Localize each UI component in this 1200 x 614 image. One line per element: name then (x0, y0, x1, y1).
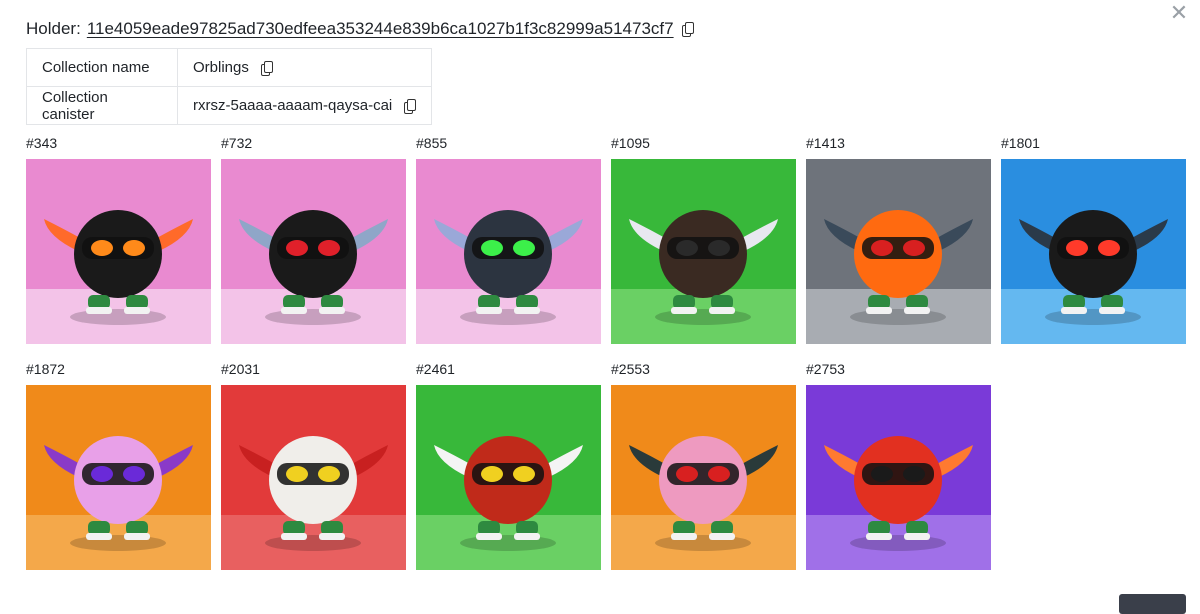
nft-card[interactable]: #2753 (806, 360, 991, 570)
collection-canister-cell: rxrsz-5aaaa-aaaam-qaysa-cai (176, 86, 433, 125)
nft-card[interactable]: #1095 (611, 134, 796, 344)
nft-image[interactable] (806, 159, 991, 344)
copy-icon[interactable] (261, 60, 274, 76)
nft-label: #2753 (806, 361, 845, 377)
nft-card[interactable]: #1872 (26, 360, 211, 570)
nft-card[interactable]: #732 (221, 134, 406, 344)
collection-info-table: Collection name Orblings Collection cani… (26, 48, 433, 125)
footer-button[interactable] (1119, 594, 1186, 614)
nft-label: #2553 (611, 361, 650, 377)
nft-image[interactable] (26, 385, 211, 570)
table-row: Collection name Orblings (26, 48, 433, 87)
collection-canister-key: Collection canister (26, 86, 178, 125)
nft-label: #2031 (221, 361, 260, 377)
nft-label: #1872 (26, 361, 65, 377)
nft-card[interactable]: #855 (416, 134, 601, 344)
holder-label: Holder: (26, 19, 81, 38)
nft-card[interactable]: #2553 (611, 360, 796, 570)
close-icon[interactable]: ✕ (1168, 2, 1190, 24)
nft-image[interactable] (1001, 159, 1186, 344)
nft-image[interactable] (611, 159, 796, 344)
nft-card[interactable]: #1413 (806, 134, 991, 344)
nft-card[interactable]: #343 (26, 134, 211, 344)
nft-image[interactable] (26, 159, 211, 344)
collection-name-value: Orblings (193, 59, 249, 76)
nft-label: #1801 (1001, 135, 1040, 151)
holder-row: Holder: 11e4059eade97825ad730edfeea35324… (26, 18, 694, 40)
nft-image[interactable] (221, 159, 406, 344)
nft-image[interactable] (416, 385, 601, 570)
nft-label: #343 (26, 135, 58, 151)
table-row: Collection canister rxrsz-5aaaa-aaaam-qa… (26, 86, 433, 125)
collection-canister-value: rxrsz-5aaaa-aaaam-qaysa-cai (193, 97, 393, 114)
nft-label: #855 (416, 135, 448, 151)
nft-image[interactable] (611, 385, 796, 570)
nft-card[interactable]: #2031 (221, 360, 406, 570)
copy-icon[interactable] (404, 98, 417, 114)
nft-card[interactable]: #2461 (416, 360, 601, 570)
nft-image[interactable] (806, 385, 991, 570)
nft-card[interactable]: #1801 (1001, 134, 1186, 344)
nft-image[interactable] (416, 159, 601, 344)
nft-label: #1095 (611, 135, 650, 151)
nft-label: #1413 (806, 135, 845, 151)
holder-id-link[interactable]: 11e4059eade97825ad730edfeea353244e839b6c… (87, 19, 674, 39)
nft-label: #2461 (416, 361, 455, 377)
nft-image[interactable] (221, 385, 406, 570)
collection-name-key: Collection name (26, 48, 178, 87)
nft-label: #732 (221, 135, 253, 151)
copy-icon[interactable] (681, 21, 694, 37)
collection-name-cell: Orblings (176, 48, 433, 87)
